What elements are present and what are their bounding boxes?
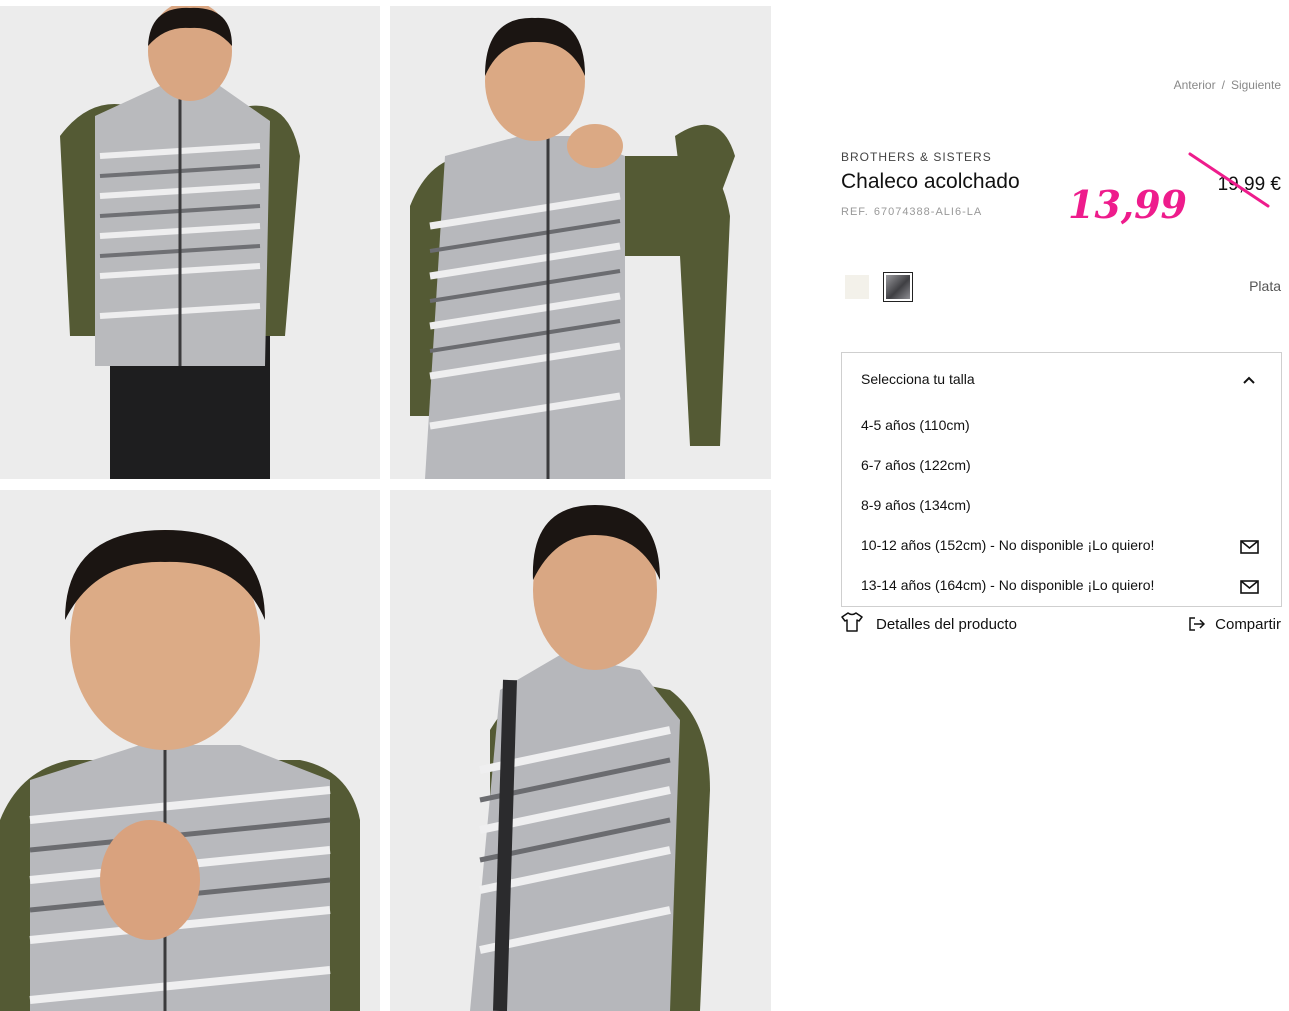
product-navigation: Anterior / Siguiente [1174,78,1281,92]
product-photo-4[interactable] [390,490,771,1011]
ref-label: REF. [841,206,869,218]
product-brand: BROTHERS & SISTERS [841,150,992,164]
mail-notify-icon[interactable] [1240,580,1259,594]
size-option-unavailable[interactable]: 10-12 años (152cm) - No disponible ¡Lo q… [861,537,1154,553]
selected-color-name: Plata [1249,278,1281,294]
tshirt-icon [841,612,863,632]
share-icon [1189,617,1206,631]
product-reference: REF. 67074388-ALI6-LA [841,206,982,218]
share-label: Compartir [1215,616,1281,633]
child-model-image [0,6,380,479]
next-link[interactable]: Siguiente [1231,78,1281,92]
size-option[interactable]: 4-5 años (110cm) [861,417,970,433]
child-model-image [0,490,380,1011]
color-swatch-cream[interactable] [845,275,869,299]
product-photo-1[interactable] [0,6,380,479]
sale-price: 13,99 [1068,182,1187,227]
color-swatch-silver-selected[interactable] [883,272,913,302]
child-model-image [390,490,771,1011]
size-option[interactable]: 6-7 años (122cm) [861,457,971,473]
nav-separator: / [1221,78,1225,92]
previous-link[interactable]: Anterior [1174,78,1216,92]
details-label: Detalles del producto [876,616,1017,633]
size-selector-header[interactable]: Selecciona tu talla [861,371,975,387]
product-photo-2[interactable] [390,6,771,479]
mail-notify-icon[interactable] [1240,540,1259,554]
size-selector: Selecciona tu talla 4-5 años (110cm) 6-7… [841,352,1282,607]
chevron-up-icon[interactable] [1243,376,1255,384]
child-model-image [390,6,771,479]
size-option-unavailable[interactable]: 13-14 años (164cm) - No disponible ¡Lo q… [861,577,1154,593]
share-button[interactable]: Compartir [1189,616,1281,633]
size-option[interactable]: 8-9 años (134cm) [861,497,971,513]
ref-value: 67074388-ALI6-LA [873,206,983,218]
original-price: 19,99 € [1217,174,1281,195]
product-photo-3[interactable] [0,490,380,1011]
product-title: Chaleco acolchado [841,170,1020,193]
